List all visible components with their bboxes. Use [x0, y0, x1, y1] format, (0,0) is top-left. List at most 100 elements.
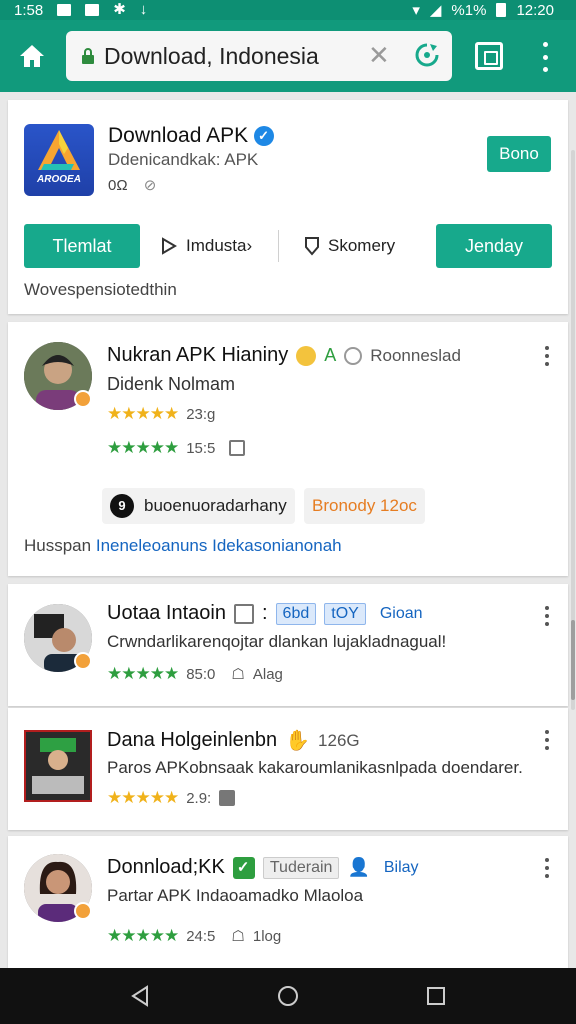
- overflow-menu-button[interactable]: [535, 42, 555, 72]
- rating-value: 85:0: [186, 665, 216, 683]
- post-tag: 126G: [318, 730, 360, 750]
- status-time-left: 1:58: [14, 1, 44, 19]
- tabs-button[interactable]: [475, 42, 503, 70]
- post-card[interactable]: Donnload;KK Tuderain 👤 Bilay Partar APK …: [8, 836, 568, 968]
- tag[interactable]: Gioan: [374, 604, 429, 624]
- scrollbar-thumb[interactable]: [571, 620, 575, 700]
- home-icon: [20, 45, 44, 67]
- summary-link-label: Skomery: [328, 236, 396, 255]
- industry-link[interactable]: Imdusta›: [160, 224, 252, 268]
- info-icon: ⊘: [143, 177, 157, 194]
- app-header-card: AROOEA Download APK Ddenicandkak: APK 0Ω…: [8, 100, 568, 314]
- logo-text: AROOEA: [37, 174, 81, 185]
- post-card[interactable]: Nukran APK Hianiny A Roonneslad Didenk N…: [8, 322, 568, 576]
- rating-value: 23:g: [186, 405, 216, 423]
- post-text: Partar APK Indaoamadko Mlaoloa: [107, 886, 364, 905]
- top-action-button[interactable]: Bono: [487, 136, 551, 172]
- emoji-icon: ✋: [285, 730, 311, 752]
- shield-icon: [305, 237, 319, 256]
- badge-icon: [233, 603, 254, 624]
- rating-row: ★★★★★ 23:g: [107, 404, 215, 424]
- post-link[interactable]: Ineneleoanuns Idekasonianonah: [96, 536, 342, 555]
- verified-badge-icon: [254, 126, 275, 146]
- chip-avatar-icon: 9: [110, 494, 134, 518]
- post-thumbnail[interactable]: [24, 730, 92, 802]
- system-nav-bar: [0, 968, 576, 1024]
- post-link-line[interactable]: Husspan Ineneleoanuns Idekasonianonah: [24, 536, 342, 556]
- download-icon: ↓: [139, 1, 148, 18]
- post-title: Uotaa Intaoin : 6bd tOY Gioan: [107, 602, 429, 625]
- post-thumbnail-image: [26, 732, 90, 800]
- tag[interactable]: 6bd: [275, 602, 317, 625]
- post-tag: Roonneslad: [370, 345, 461, 365]
- star-rating-icon: ★★★★★: [107, 926, 179, 945]
- divider: [278, 230, 279, 262]
- address-bar[interactable]: Download, Indonesia ✕: [66, 31, 452, 81]
- signal-icon: ◢: [429, 2, 442, 19]
- rating-row: ★★★★★ 85:0 ☖ Alag: [107, 664, 283, 684]
- thumb-icon[interactable]: ☖: [231, 927, 244, 945]
- tag[interactable]: tOY: [324, 602, 366, 625]
- more-options-icon[interactable]: [544, 730, 550, 750]
- play-icon: [162, 237, 177, 255]
- image-notification-icon: [85, 4, 100, 16]
- emoji-icon: [296, 345, 317, 366]
- more-options-icon[interactable]: [544, 346, 550, 366]
- star-rating-icon: ★★★★★: [107, 664, 179, 683]
- back-button[interactable]: [126, 982, 154, 1010]
- post-text: Crwndarlikarenqojtar dlankan lujakladnag…: [107, 632, 447, 651]
- reload-icon[interactable]: [414, 42, 440, 68]
- avatar-badge-icon: [74, 390, 92, 408]
- post-card[interactable]: Uotaa Intaoin : 6bd tOY Gioan Crwndarlik…: [8, 584, 568, 706]
- summary-link[interactable]: Skomery: [304, 224, 395, 268]
- clear-url-icon[interactable]: ✕: [368, 42, 390, 68]
- post-title: Nukran APK Hianiny A Roonneslad: [107, 344, 461, 367]
- person-icon: 👤: [347, 857, 370, 877]
- post-title-text: Donnload;KK: [107, 856, 225, 878]
- action-row: Tlemlat Imdusta› Skomery Jenday: [24, 224, 552, 268]
- notification-icon: [57, 4, 72, 16]
- more-options-icon[interactable]: [544, 858, 550, 878]
- back-triangle-icon: [131, 985, 148, 1007]
- recents-button[interactable]: [422, 982, 450, 1010]
- primary-button[interactable]: Tlemlat: [24, 224, 140, 268]
- recents-square-icon: [427, 987, 445, 1005]
- star-rating-icon: ★★★★★: [107, 404, 179, 423]
- home-nav-button[interactable]: [274, 982, 302, 1010]
- rating-extra: Alag: [252, 665, 283, 683]
- header-note: Wovespensiotedthin: [24, 280, 177, 299]
- rating-extra: 1log: [252, 927, 282, 945]
- logo-a-icon: [38, 130, 80, 170]
- lock-icon: [82, 48, 94, 64]
- home-button[interactable]: [14, 38, 50, 74]
- chip-label: Bronody 12oc: [312, 496, 417, 515]
- rating-value: 2.9:: [186, 789, 212, 807]
- browser-toolbar: Download, Indonesia ✕: [0, 20, 576, 92]
- rating-value: 15:5: [186, 439, 216, 457]
- thumb-icon[interactable]: ☖: [231, 665, 244, 683]
- url-text[interactable]: Download, Indonesia: [104, 43, 319, 70]
- more-options-icon[interactable]: [544, 606, 550, 626]
- avatar-badge-icon: [74, 902, 92, 920]
- app-logo: AROOEA: [24, 124, 94, 196]
- post-title: Donnload;KK Tuderain 👤 Bilay: [107, 856, 425, 879]
- comment-icon[interactable]: [229, 440, 246, 456]
- home-circle-icon: [278, 986, 298, 1006]
- app-meta-text: 0Ω: [108, 177, 128, 194]
- star-rating-icon: ★★★★★: [107, 788, 179, 807]
- colon-separator: :: [261, 602, 268, 624]
- tag[interactable]: Tuderain: [262, 856, 340, 879]
- chip-tag[interactable]: Bronody 12oc: [304, 488, 425, 524]
- post-card[interactable]: Dana Holgeinlenbn ✋ 126G Paros APKobnsaa…: [8, 708, 568, 830]
- rating-row: ★★★★★ 24:5 ☖ 1log: [107, 926, 281, 946]
- settings-notification-icon: ✱: [113, 1, 126, 18]
- battery-icon: [496, 3, 507, 17]
- battery-percent: %1%: [451, 1, 487, 19]
- gallery-icon[interactable]: [219, 790, 236, 806]
- post-title-text: Nukran APK Hianiny: [107, 344, 289, 366]
- tag[interactable]: Bilay: [378, 858, 425, 878]
- chip-user[interactable]: 9 buoenuoradarhany: [102, 488, 295, 524]
- secondary-button[interactable]: Jenday: [436, 224, 552, 268]
- star-rating-icon: ★★★★★: [107, 438, 179, 457]
- status-bar: 1:58 ✱ ↓ ▾ ◢ %1% 12:20: [0, 0, 576, 20]
